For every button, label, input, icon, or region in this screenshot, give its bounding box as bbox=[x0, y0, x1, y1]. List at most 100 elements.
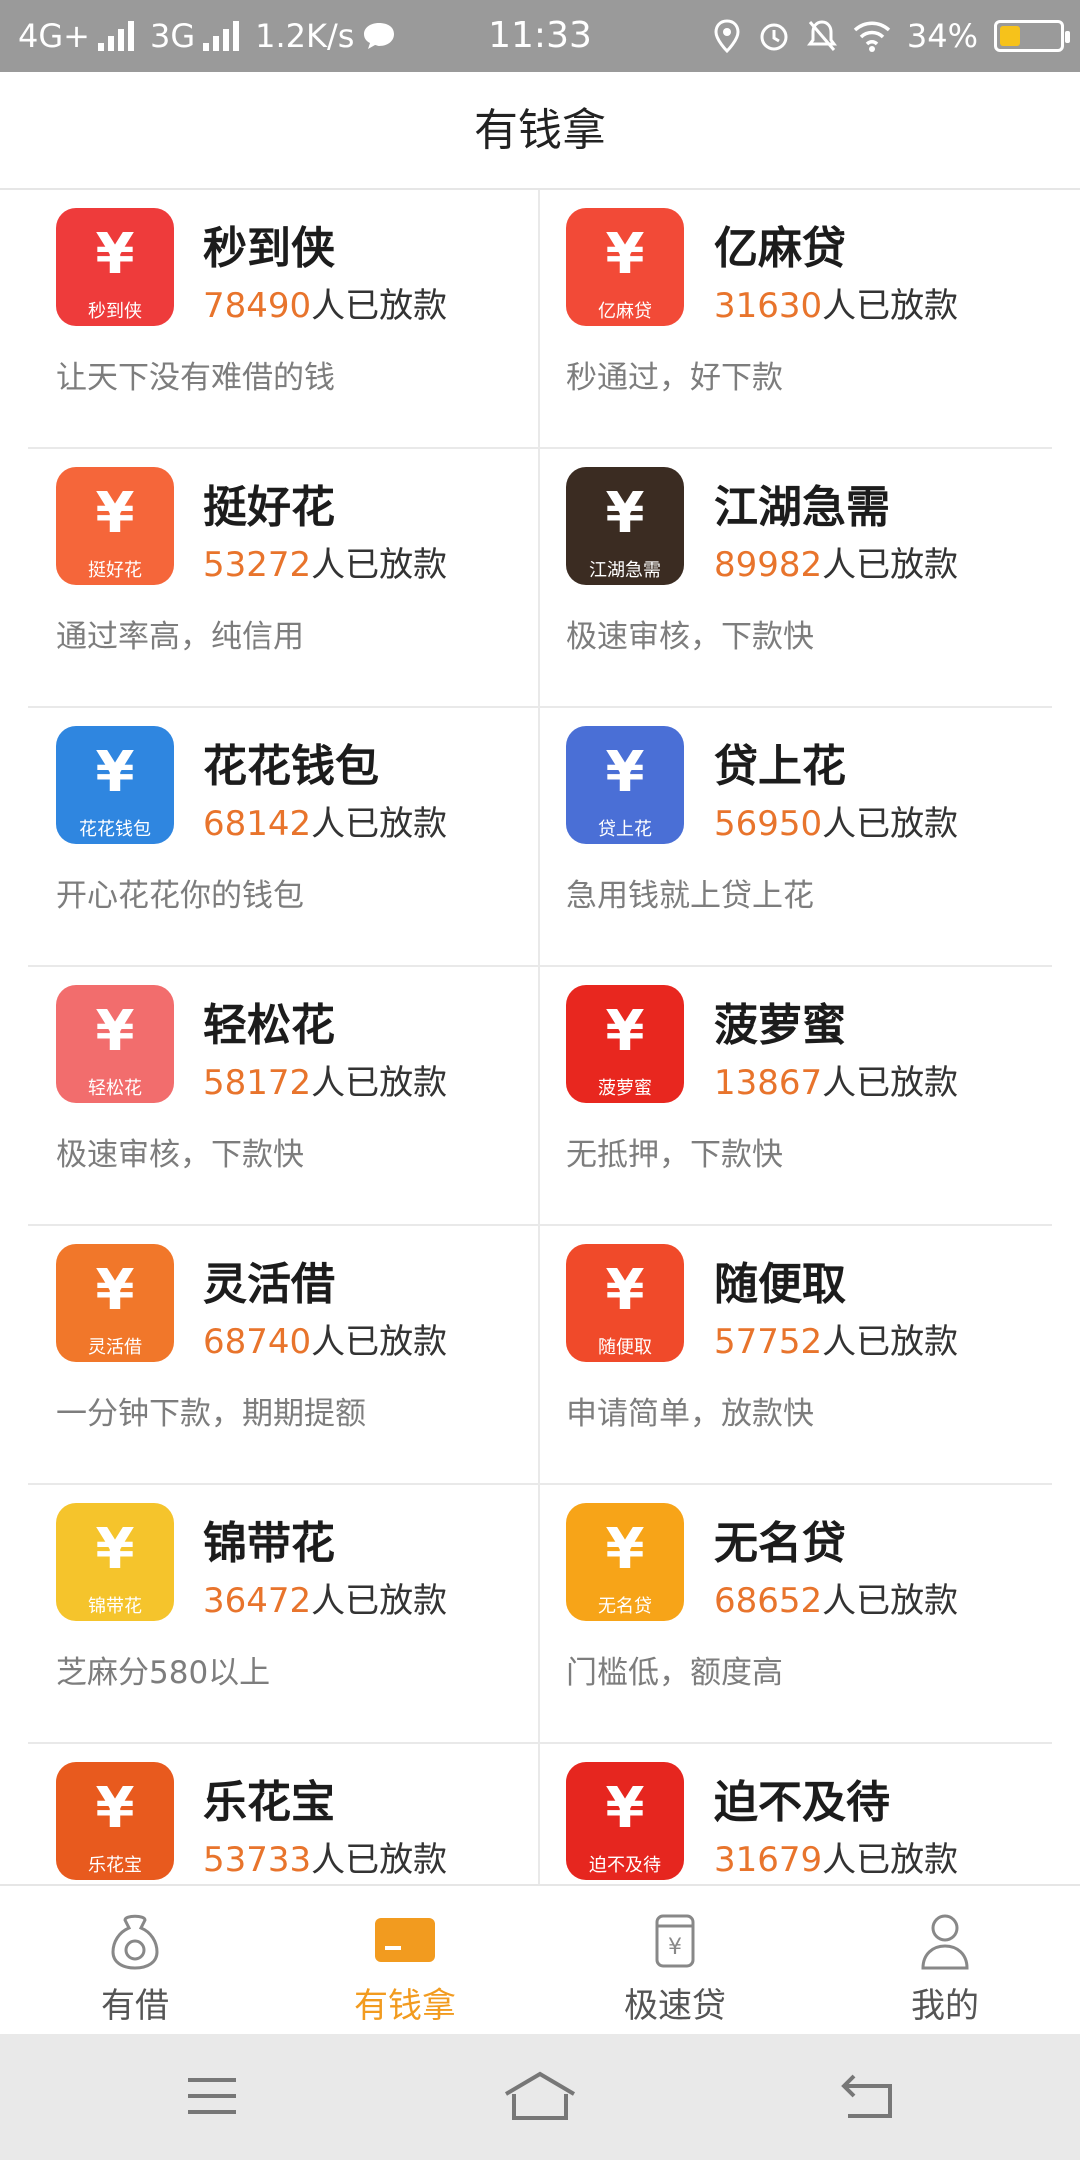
svg-text:¥: ¥ bbox=[668, 1935, 682, 1960]
tab-label: 我的 bbox=[911, 1986, 979, 2026]
loan-count: 53733人已放款 bbox=[203, 1832, 447, 1881]
app-logo-glyph: ¥ bbox=[605, 1517, 645, 1582]
app-slogan: 开心花花你的钱包 bbox=[56, 878, 304, 914]
app-logo-caption: 花花钱包 bbox=[79, 819, 151, 840]
app-name: 随便取 bbox=[714, 1259, 846, 1310]
app-logo-caption: 迫不及待 bbox=[589, 1855, 661, 1876]
tab-label: 极速贷 bbox=[624, 1986, 726, 2026]
app-logo-glyph: ¥ bbox=[605, 740, 645, 805]
loan-count-suffix: 人已放款 bbox=[311, 1581, 448, 1621]
tab-mine[interactable]: 我的 bbox=[810, 1886, 1080, 2034]
app-name: 江湖急需 bbox=[714, 482, 890, 533]
app-name: 乐花宝 bbox=[203, 1777, 335, 1828]
app-logo-glyph: ¥ bbox=[95, 999, 135, 1064]
app-logo-caption: 无名贷 bbox=[598, 1596, 652, 1617]
app-logo-icon: ¥ 无名贷 bbox=[566, 1503, 684, 1621]
app-logo-caption: 贷上花 bbox=[598, 819, 652, 840]
loan-count-number: 36472 bbox=[203, 1581, 312, 1621]
loan-count-number: 31630 bbox=[714, 286, 823, 326]
app-logo-icon: ¥ 菠萝蜜 bbox=[566, 985, 684, 1103]
app-card[interactable]: ¥ 乐花宝 乐花宝 53733人已放款 bbox=[28, 1744, 540, 1884]
loan-count-number: 56950 bbox=[714, 804, 823, 844]
loan-count-number: 89982 bbox=[714, 545, 823, 585]
app-card[interactable]: ¥ 随便取 随便取 57752人已放款 申请简单，放款快 bbox=[540, 1226, 1052, 1485]
loan-count-suffix: 人已放款 bbox=[822, 1840, 959, 1880]
app-card[interactable]: ¥ 花花钱包 花花钱包 68142人已放款开心花花你的钱包 bbox=[28, 708, 540, 967]
loan-count-suffix: 人已放款 bbox=[311, 1063, 448, 1103]
battery-icon bbox=[994, 20, 1070, 52]
loan-count-suffix: 人已放款 bbox=[311, 286, 448, 326]
loan-count-suffix: 人已放款 bbox=[311, 1322, 448, 1362]
app-card[interactable]: ¥ 迫不及待 迫不及待 31679人已放款 bbox=[540, 1744, 1052, 1884]
loan-count-number: 13867 bbox=[714, 1063, 823, 1103]
app-logo-icon: ¥ 轻松花 bbox=[56, 985, 174, 1103]
bottom-tab-bar: 有借 有钱拿 ¥ 极速贷 我的 bbox=[0, 1884, 1080, 2034]
card-icon bbox=[375, 1918, 435, 1962]
app-card[interactable]: ¥ 亿麻贷 亿麻贷 31630人已放款秒通过，好下款 bbox=[540, 190, 1052, 449]
loan-count-number: 58172 bbox=[203, 1063, 312, 1103]
app-logo-caption: 菠萝蜜 bbox=[598, 1078, 652, 1099]
loan-count-number: 78490 bbox=[203, 286, 312, 326]
loan-count: 68142人已放款 bbox=[203, 796, 447, 845]
app-card[interactable]: ¥ 无名贷 无名贷 68652人已放款 门槛低，额度高 bbox=[540, 1485, 1052, 1744]
app-grid: ¥ 秒到侠 秒到侠 78490人已放款 让天下没有难借的钱 ¥ 亿麻贷 亿麻贷 31630人已放… bbox=[28, 190, 1052, 1884]
loan-count: 36472人已放款 bbox=[203, 1573, 447, 1622]
tab-money[interactable]: 有钱拿 bbox=[270, 1886, 540, 2034]
tab-fast-loan[interactable]: ¥ 极速贷 bbox=[540, 1886, 810, 2034]
loan-count-suffix: 人已放款 bbox=[311, 804, 448, 844]
loan-count: 31630人已放款 bbox=[714, 278, 958, 327]
app-card[interactable]: ¥ 贷上花 贷上花 56950人已放款 急用钱就上贷上花 bbox=[540, 708, 1052, 967]
wifi-icon bbox=[853, 21, 891, 52]
app-logo-icon: ¥ 亿麻贷 bbox=[566, 208, 684, 326]
loan-count: 53272人已放款 bbox=[203, 537, 447, 586]
loan-count: 56950人已放款 bbox=[714, 796, 958, 845]
app-card[interactable]: ¥ 灵活借 灵活借 68740人已放款 一分钟下款，期期提额 bbox=[28, 1226, 540, 1485]
app-card[interactable]: ¥ 锦带花 锦带花 36472人已放款 芝麻分580以上 bbox=[28, 1485, 540, 1744]
app-name: 无名贷 bbox=[714, 1518, 846, 1569]
app-card[interactable]: ¥ 轻松花 轻松花 58172人已放款 极速审核，下款快 bbox=[28, 967, 540, 1226]
loan-count: 68652人已放款 bbox=[714, 1573, 958, 1622]
loan-count-suffix: 人已放款 bbox=[822, 804, 959, 844]
app-logo-icon: ¥ 乐花宝 bbox=[56, 1762, 174, 1880]
alarm-icon bbox=[760, 23, 788, 51]
app-name: 灵活借 bbox=[203, 1259, 335, 1310]
app-logo-icon: ¥ 灵活借 bbox=[56, 1244, 174, 1362]
home-icon[interactable] bbox=[500, 2068, 580, 2124]
loan-count: 78490人已放款 bbox=[203, 278, 447, 327]
app-logo-glyph: ¥ bbox=[95, 1776, 135, 1841]
app-card[interactable]: ¥ 秒到侠 秒到侠 78490人已放款 让天下没有难借的钱 bbox=[28, 190, 540, 449]
app-name: 秒到侠 bbox=[203, 223, 335, 274]
app-slogan: 申请简单，放款快 bbox=[566, 1396, 814, 1432]
app-logo-icon: ¥ 锦带花 bbox=[56, 1503, 174, 1621]
app-logo-caption: 秒到侠 bbox=[88, 301, 142, 322]
menu-icon[interactable] bbox=[182, 2068, 242, 2124]
loan-count-suffix: 人已放款 bbox=[822, 286, 959, 326]
app-logo-caption: 亿麻贷 bbox=[598, 301, 652, 322]
app-slogan: 无抵押，下款快 bbox=[566, 1137, 783, 1173]
app-logo-glyph: ¥ bbox=[605, 1258, 645, 1323]
app-slogan: 秒通过，好下款 bbox=[566, 360, 783, 396]
app-card[interactable]: ¥ 菠萝蜜 菠萝蜜 13867人已放款 无抵押，下款快 bbox=[540, 967, 1052, 1226]
app-card[interactable]: ¥ 江湖急需 江湖急需 89982人已放款 极速审核，下款快 bbox=[540, 449, 1052, 708]
loan-count: 68740人已放款 bbox=[203, 1314, 447, 1363]
app-logo-caption: 乐花宝 bbox=[88, 1855, 142, 1876]
app-name: 贷上花 bbox=[714, 741, 846, 792]
app-logo-glyph: ¥ bbox=[95, 222, 135, 287]
tab-loan[interactable]: 有借 bbox=[0, 1886, 270, 2034]
loan-count-number: 57752 bbox=[714, 1322, 823, 1362]
back-icon[interactable] bbox=[838, 2068, 898, 2124]
system-nav-bar bbox=[0, 2034, 1080, 2160]
app-logo-caption: 灵活借 bbox=[88, 1337, 142, 1358]
app-card[interactable]: ¥ 挺好花 挺好花 53272人已放款 通过率高，纯信用 bbox=[28, 449, 540, 708]
loan-count-suffix: 人已放款 bbox=[311, 1840, 448, 1880]
app-logo-caption: 轻松花 bbox=[88, 1078, 142, 1099]
app-logo-glyph: ¥ bbox=[95, 1258, 135, 1323]
loan-count-number: 53733 bbox=[203, 1840, 312, 1880]
status-bar: 4G+ 3G 1.2K/s 11:33 34% bbox=[0, 0, 1080, 72]
app-name: 锦带花 bbox=[203, 1518, 335, 1569]
app-logo-icon: ¥ 花花钱包 bbox=[56, 726, 174, 844]
app-logo-glyph: ¥ bbox=[605, 481, 645, 546]
loan-count-number: 31679 bbox=[714, 1840, 823, 1880]
loan-count: 58172人已放款 bbox=[203, 1055, 447, 1104]
loan-count-suffix: 人已放款 bbox=[822, 545, 959, 585]
